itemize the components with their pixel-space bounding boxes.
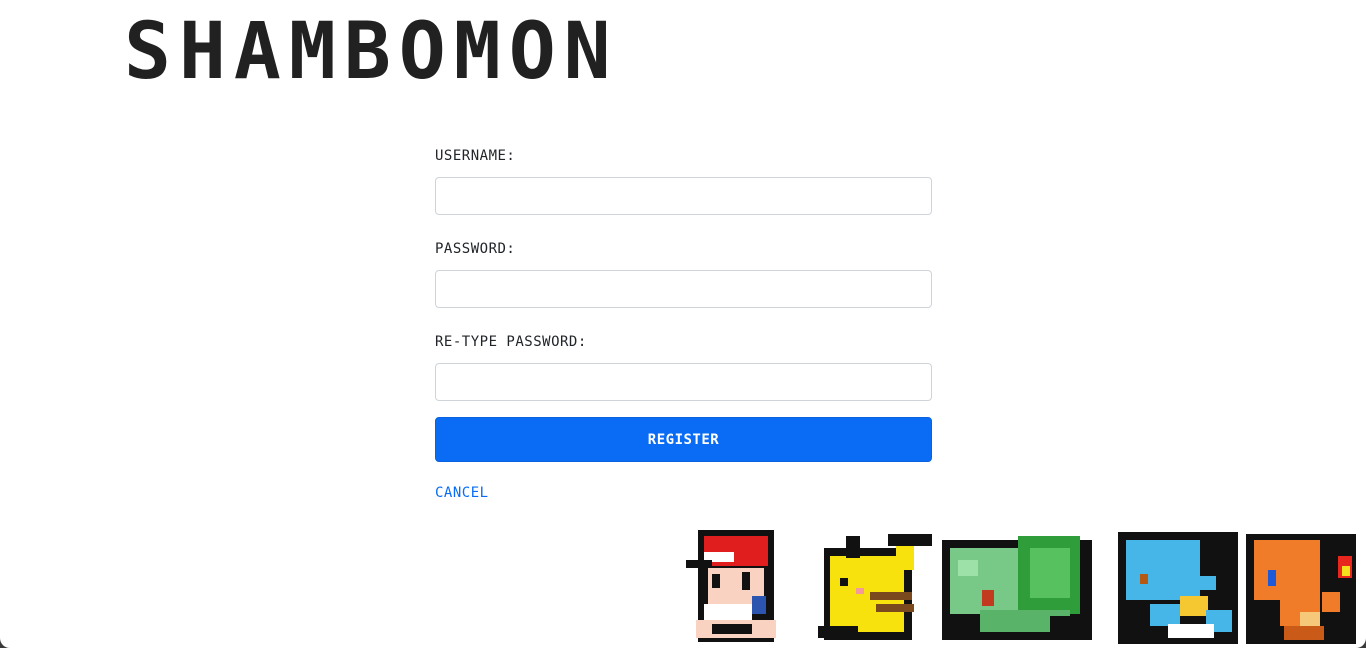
pixel-sprites xyxy=(686,530,1356,644)
register-page: SHAMBOMON USERNAME: PASSWORD: RE-TYPE PA… xyxy=(0,0,1366,648)
app-logo-title: SHAMBOMON xyxy=(124,7,619,97)
password-input[interactable] xyxy=(435,270,932,308)
bulbasaur-sprite-icon xyxy=(942,536,1092,640)
username-input[interactable] xyxy=(435,177,932,215)
password-label: PASSWORD: xyxy=(435,241,516,257)
retype-password-label: RE-TYPE PASSWORD: xyxy=(435,334,587,350)
register-button[interactable]: REGISTER xyxy=(435,417,932,462)
cancel-link[interactable]: CANCEL xyxy=(435,485,489,501)
charmander-sprite-icon xyxy=(1246,534,1356,644)
trainer-sprite-icon xyxy=(686,530,776,642)
squirtle-sprite-icon xyxy=(1118,532,1238,644)
pikachu-sprite-icon xyxy=(818,534,932,640)
username-label: USERNAME: xyxy=(435,148,516,164)
retype-password-input[interactable] xyxy=(435,363,932,401)
